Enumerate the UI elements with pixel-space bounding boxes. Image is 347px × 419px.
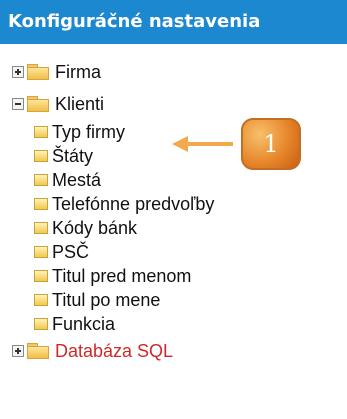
callout-badge: 1 (241, 118, 301, 170)
tree-node-klienti[interactable]: Klienti (12, 92, 104, 116)
collapse-icon[interactable] (12, 98, 24, 110)
tree-item-label: Kódy bánk (52, 217, 138, 238)
tree-item[interactable]: Titul po mene (34, 288, 160, 312)
folder-icon (27, 95, 49, 113)
tree-node-label: Klienti (55, 93, 105, 114)
tree-item[interactable]: PSČ (34, 240, 89, 264)
leaf-icon (34, 150, 48, 162)
leaf-icon (34, 294, 48, 306)
expand-icon[interactable] (12, 345, 24, 357)
tree-item-label: Typ firmy (52, 121, 126, 142)
callout-arrow-head (172, 136, 188, 152)
panel-header: Konfiguráčné nastavenia (0, 0, 347, 44)
leaf-icon (34, 270, 48, 282)
tree-item-label: Štáty (52, 145, 94, 166)
tree-node-label: Firma (55, 61, 101, 82)
tree-item[interactable]: Titul pred menom (34, 264, 191, 288)
tree-item[interactable]: Mestá (34, 168, 101, 192)
leaf-icon (34, 318, 48, 330)
callout-number: 1 (263, 130, 279, 158)
tree-item-label: Titul po mene (52, 289, 161, 310)
tree-item[interactable]: Štáty (34, 144, 93, 168)
expand-icon[interactable] (12, 66, 24, 78)
tree-node-databaza-sql[interactable]: Databáza SQL (12, 339, 173, 363)
folder-icon (27, 342, 49, 360)
tree-item[interactable]: Telefónne predvoľby (34, 192, 214, 216)
tree-node-label: Databáza SQL (55, 340, 174, 361)
leaf-icon (34, 246, 48, 258)
panel-title: Konfiguráčné nastavenia (8, 11, 261, 32)
leaf-icon (34, 222, 48, 234)
tree-item-label: Mestá (52, 169, 102, 190)
tree-item-label: Telefónne predvoľby (52, 193, 215, 214)
leaf-icon (34, 174, 48, 186)
tree-item-label: PSČ (52, 241, 90, 262)
leaf-icon (34, 126, 48, 138)
callout-arrow (185, 142, 233, 146)
tree-node-firma[interactable]: Firma (12, 60, 101, 84)
tree-item[interactable]: Funkcia (34, 312, 115, 336)
leaf-icon (34, 198, 48, 210)
tree-item-label: Funkcia (52, 313, 116, 334)
tree-item[interactable]: Typ firmy (34, 120, 125, 144)
tree-item[interactable]: Kódy bánk (34, 216, 137, 240)
tree-item-label: Titul pred menom (52, 265, 192, 286)
folder-icon (27, 63, 49, 81)
